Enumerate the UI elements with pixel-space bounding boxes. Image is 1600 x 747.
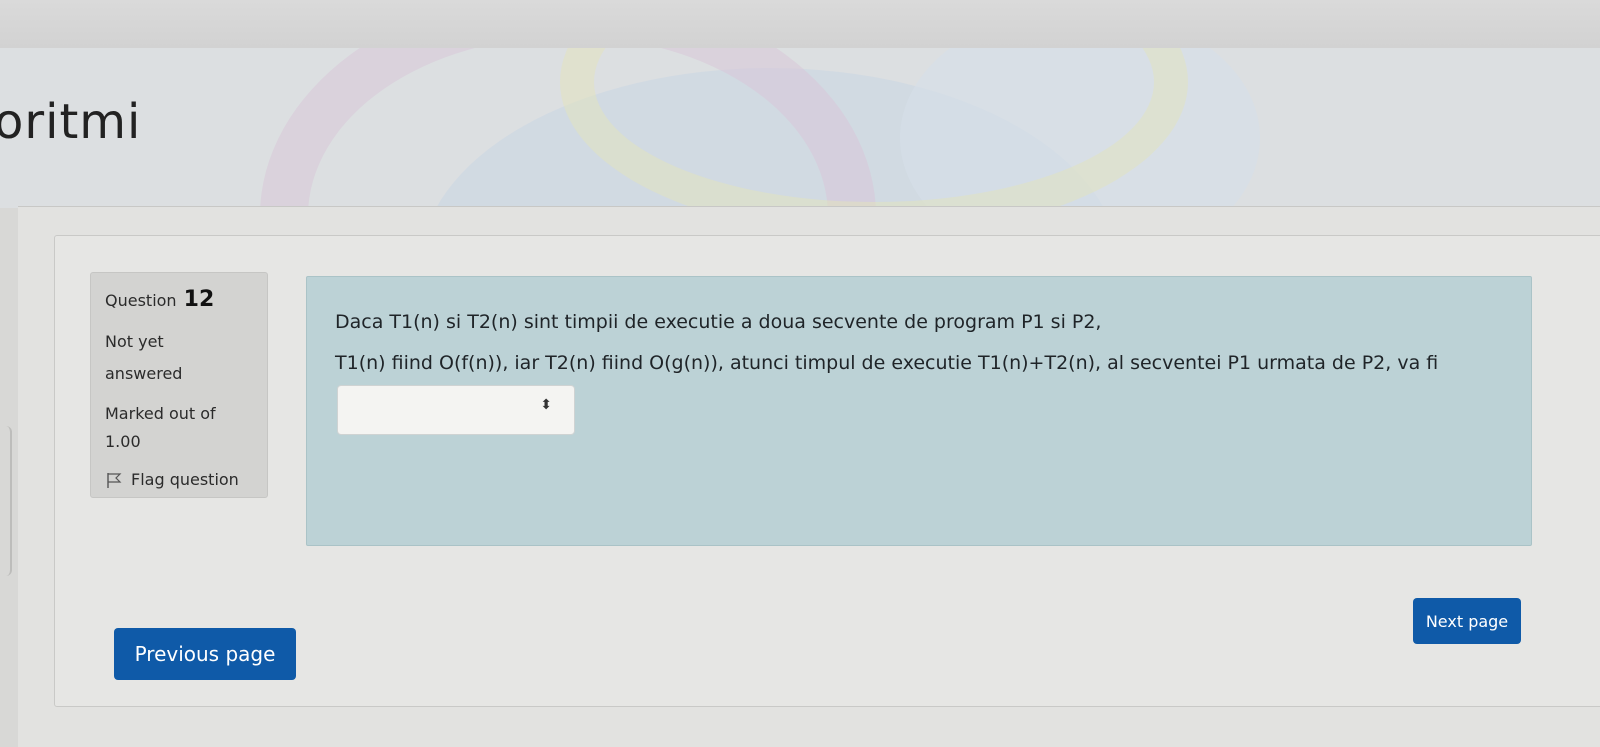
left-edge-decoration — [0, 426, 12, 576]
flag-icon — [105, 471, 123, 489]
answer-select[interactable]: ⬍ — [337, 385, 575, 435]
question-content: Daca T1(n) si T2(n) sint timpii de execu… — [306, 276, 1532, 546]
question-label: Question — [105, 291, 177, 310]
course-title: oritmi — [0, 94, 142, 150]
previous-page-button[interactable]: Previous page — [114, 628, 296, 680]
flag-question-link[interactable]: Flag question — [105, 470, 267, 489]
question-state: Not yet answered — [105, 326, 267, 390]
select-caret-icon: ⬍ — [540, 397, 552, 413]
question-state-line1: Not yet — [105, 332, 164, 351]
browser-top-strip — [0, 0, 1600, 49]
question-grade: Marked out of 1.00 — [105, 400, 267, 456]
question-text-line1: Daca T1(n) si T2(n) sint timpii de execu… — [335, 311, 1102, 333]
question-state-line2: answered — [105, 364, 183, 383]
course-header-banner: oritmi — [0, 48, 1600, 208]
question-text-line2: T1(n) fiind O(f(n)), iar T2(n) fiind O(g… — [335, 352, 1439, 374]
flag-question-label: Flag question — [131, 470, 239, 489]
question-info-panel: Question 12 Not yet answered Marked out … — [90, 272, 268, 498]
banner-decoration — [560, 48, 1188, 208]
question-grade-line1: Marked out of — [105, 404, 216, 423]
next-page-button[interactable]: Next page — [1413, 598, 1521, 644]
question-number-line: Question 12 — [105, 287, 267, 312]
question-grade-line2: 1.00 — [105, 432, 141, 451]
question-number: 12 — [183, 287, 215, 312]
